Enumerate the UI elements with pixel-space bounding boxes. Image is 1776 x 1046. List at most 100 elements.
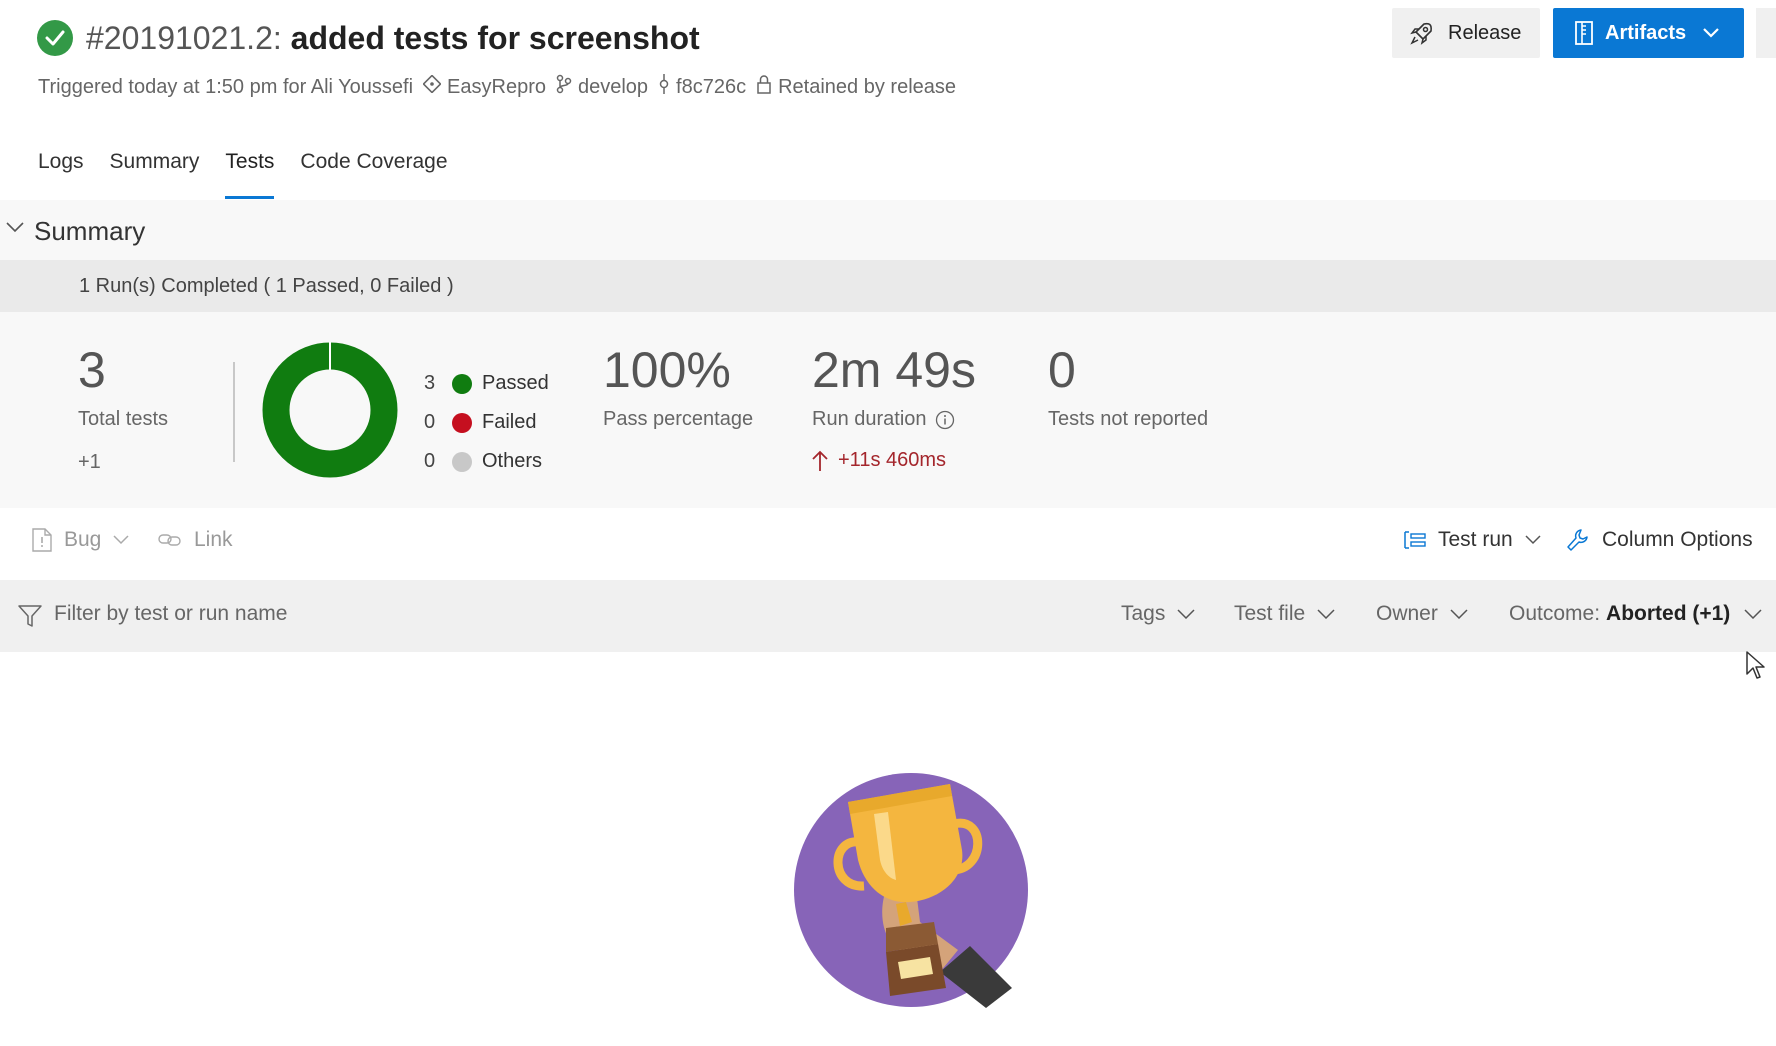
wrench-icon (1567, 529, 1588, 551)
pass-percentage-value: 100% (603, 342, 731, 398)
pass-percentage-stat: 100% Pass percentage (603, 342, 753, 431)
filter-bar: Filter by test or run name Tags Test fil… (0, 580, 1776, 652)
tab-tests[interactable]: Tests (225, 150, 275, 202)
mouse-cursor-icon (1746, 651, 1765, 679)
build-message: added tests for screenshot (290, 20, 700, 56)
branch-link[interactable]: develop (578, 76, 648, 99)
repo-icon (422, 74, 442, 99)
outcome-filter-prefix: Outcome: (1509, 602, 1601, 625)
owner-filter-label: Owner (1376, 602, 1438, 625)
pass-percentage-label: Pass percentage (603, 408, 754, 430)
triggered-text: Triggered today at 1:50 pm for Ali Youss… (38, 75, 414, 98)
owner-filter-dropdown[interactable]: Owner (1376, 602, 1468, 626)
tab-summary[interactable]: Summary (110, 150, 200, 202)
chevron-down-icon (1703, 28, 1719, 38)
bug-icon (32, 528, 52, 552)
chevron-down-icon (1525, 535, 1541, 545)
legend-others-label: Others (482, 450, 543, 472)
build-number: #20191021.2: (86, 20, 282, 56)
arrow-up-icon (812, 450, 828, 471)
total-tests-value: 3 (78, 342, 106, 398)
artifacts-button[interactable]: Artifacts (1553, 8, 1744, 58)
legend-passed-count: 3 (424, 372, 436, 394)
success-check-icon (37, 20, 73, 56)
legend-passed-label: Passed (482, 372, 549, 394)
branch-icon (556, 74, 572, 100)
column-options-label: Column Options (1602, 528, 1753, 551)
outcome-donut-chart (262, 342, 398, 478)
legend-others-count: 0 (424, 450, 436, 472)
total-tests-stat: 3 Total tests +1 (78, 342, 168, 474)
chevron-down-icon (1317, 609, 1335, 619)
column-options-button[interactable]: Column Options (1566, 528, 1753, 552)
tests-not-reported-label: Tests not reported (1048, 408, 1209, 430)
link-icon (158, 534, 181, 546)
tests-not-reported-stat: 0 Tests not reported (1048, 342, 1208, 431)
others-dot-icon (452, 451, 472, 472)
lock-icon (756, 74, 772, 100)
tags-filter-label: Tags (1121, 602, 1166, 625)
failed-dot-icon (452, 412, 472, 433)
tab-code-coverage[interactable]: Code Coverage (300, 150, 447, 202)
chevron-down-icon (6, 222, 24, 233)
build-meta: Triggered today at 1:50 pm for Ali Youss… (38, 74, 956, 100)
tests-not-reported-value: 0 (1048, 342, 1076, 398)
chevron-down-icon (1450, 609, 1468, 619)
legend-failed-label: Failed (482, 411, 537, 433)
chevron-down-icon (113, 535, 129, 545)
test-run-groupby-dropdown[interactable]: Test run (1404, 528, 1541, 552)
artifacts-label: Artifacts (1605, 21, 1687, 44)
chevron-down-icon (1177, 609, 1195, 619)
tab-logs[interactable]: Logs (38, 150, 84, 202)
test-file-filter-label: Test file (1234, 602, 1306, 625)
trophy-illustration (794, 773, 1028, 1008)
total-tests-label: Total tests (78, 408, 169, 430)
runs-completed-text: 1 Run(s) Completed ( 1 Passed, 0 Failed … (79, 275, 454, 297)
chevron-down-icon (1744, 609, 1762, 619)
retention-text: Retained by release (778, 75, 956, 98)
tags-filter-dropdown[interactable]: Tags (1121, 602, 1195, 626)
tab-bar: Logs Summary Tests Code Coverage (38, 150, 474, 202)
link-button[interactable]: Link (158, 528, 233, 552)
run-duration-stat: 2m 49s Run duration +11s 460ms (812, 342, 976, 472)
rocket-icon (1410, 22, 1432, 45)
legend-row-passed: 3 Passed (424, 364, 549, 403)
repo-link[interactable]: EasyRepro (447, 76, 546, 99)
filter-search-input[interactable]: Filter by test or run name (54, 602, 287, 626)
test-run-label: Test run (1438, 528, 1513, 551)
artifact-icon (1575, 21, 1593, 45)
passed-dot-icon (452, 373, 472, 394)
divider (233, 362, 235, 462)
runs-completed-bar: 1 Run(s) Completed ( 1 Passed, 0 Failed … (0, 260, 1776, 312)
info-icon[interactable] (935, 410, 955, 430)
more-actions-button[interactable] (1756, 8, 1776, 58)
tests-toolbar: Bug Link Test run Column Options (0, 508, 1776, 580)
release-label: Release (1448, 21, 1522, 44)
commit-icon (658, 74, 670, 100)
outcome-filter-value: Aborted (+1) (1606, 602, 1731, 625)
total-tests-delta: +1 (78, 451, 101, 473)
test-stats-panel: 3 Total tests +1 3 Passed 0 Failed 0 Oth… (0, 312, 1776, 508)
run-duration-label: Run duration (812, 408, 927, 430)
release-button[interactable]: Release (1392, 8, 1540, 58)
summary-title: Summary (34, 216, 146, 246)
commit-link[interactable]: f8c726c (676, 76, 746, 99)
summary-section-header[interactable]: Summary (0, 200, 1776, 260)
bug-label: Bug (64, 528, 102, 551)
link-label: Link (194, 528, 233, 551)
build-header: #20191021.2: added tests for screenshot … (0, 0, 1776, 200)
bug-button[interactable]: Bug (32, 528, 129, 552)
run-duration-value: 2m 49s (812, 342, 976, 398)
page-title: #20191021.2: added tests for screenshot (86, 18, 700, 58)
group-list-icon (1404, 531, 1426, 549)
run-duration-delta: +11s 460ms (812, 449, 976, 472)
test-file-filter-dropdown[interactable]: Test file (1234, 602, 1335, 626)
run-duration-delta-value: +11s 460ms (838, 449, 947, 471)
legend-row-others: 0 Others (424, 442, 549, 481)
donut-passed-ring (262, 342, 398, 478)
outcome-legend: 3 Passed 0 Failed 0 Others (424, 364, 549, 481)
legend-row-failed: 0 Failed (424, 403, 549, 442)
run-duration-label-row: Run duration (812, 408, 976, 431)
legend-failed-count: 0 (424, 411, 436, 433)
outcome-filter-dropdown[interactable]: Outcome: Aborted (+1) (1509, 602, 1762, 626)
